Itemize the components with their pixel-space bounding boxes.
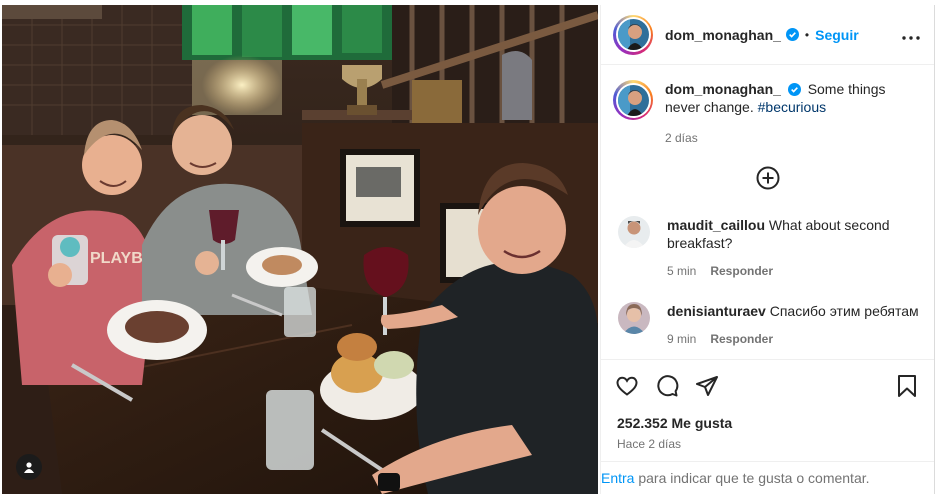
save-icon[interactable]	[896, 374, 918, 398]
author-avatar[interactable]	[613, 14, 653, 55]
reply-button[interactable]: Responder	[710, 330, 773, 348]
follow-button[interactable]: Seguir	[815, 27, 859, 43]
caption-row: dom_monaghan_ Some things never change. …	[601, 66, 934, 147]
login-prompt-text: para indicar que te gusta o comentar.	[638, 470, 870, 486]
share-icon[interactable]	[695, 374, 719, 398]
caption-time: 2 días	[665, 131, 698, 145]
login-link[interactable]: Entra	[601, 470, 634, 486]
caption-text: dom_monaghan_ Some things never change. …	[665, 80, 910, 147]
author-username[interactable]: dom_monaghan_	[665, 27, 781, 43]
commenter-avatar-image	[618, 302, 650, 334]
comments-section[interactable]: dom_monaghan_ Some things never change. …	[601, 66, 934, 359]
comment-time: 5 min	[667, 264, 697, 278]
user-tag-icon	[24, 462, 34, 473]
like-icon[interactable]	[615, 374, 639, 398]
more-options-icon[interactable]	[902, 24, 920, 45]
reply-button[interactable]: Responder	[710, 262, 773, 280]
comment-body: maudit_caillou What about second breakfa…	[667, 216, 920, 280]
post-side-panel: dom_monaghan_ • Seguir dom_monaghan_ Som…	[600, 5, 935, 494]
verified-icon	[785, 28, 799, 41]
commenter-avatar[interactable]	[618, 302, 650, 334]
caption-hashtag[interactable]: #becurious	[758, 99, 827, 115]
caption-avatar-image	[617, 84, 649, 116]
caption-username[interactable]: dom_monaghan_	[665, 81, 781, 97]
comment-item: denisianturaev Спасибо этим ребятам 9 mi…	[601, 302, 934, 348]
tagged-users-button[interactable]	[16, 454, 42, 480]
more-icon	[902, 36, 920, 40]
commenter-avatar[interactable]	[618, 216, 650, 248]
login-prompt: Entra para indicar que te gusta o coment…	[601, 461, 934, 494]
author-avatar-image	[617, 19, 649, 50]
caption-author-avatar[interactable]	[613, 80, 653, 120]
actions-area: 252.352 Me gusta Hace 2 días	[601, 359, 934, 451]
comment-time: 9 min	[667, 332, 697, 346]
comment-icon[interactable]	[655, 374, 679, 398]
post-frame: PLAYBOY dom_monaghan_ • Seguir dom_monag…	[0, 0, 940, 498]
add-comment-icon[interactable]	[756, 166, 780, 190]
post-time-ago: Hace 2 días	[617, 437, 682, 451]
post-image: PLAYBOY	[2, 5, 598, 494]
comment-item: maudit_caillou What about second breakfa…	[601, 216, 934, 280]
commenter-username[interactable]: maudit_caillou	[667, 217, 765, 233]
action-bar	[601, 360, 934, 400]
commenter-avatar-image	[618, 216, 650, 248]
likes-count[interactable]: 252.352 Me gusta	[601, 400, 934, 431]
post-header: dom_monaghan_ • Seguir	[601, 5, 934, 65]
verified-icon	[787, 82, 801, 96]
commenter-username[interactable]: denisianturaev	[667, 303, 766, 319]
post-photo[interactable]: PLAYBOY	[2, 5, 598, 494]
comment-text: Спасибо этим ребятам	[769, 303, 919, 319]
comment-body: denisianturaev Спасибо этим ребятам 9 mi…	[667, 302, 920, 348]
load-more-comments	[601, 166, 934, 190]
separator-dot: •	[804, 27, 810, 42]
